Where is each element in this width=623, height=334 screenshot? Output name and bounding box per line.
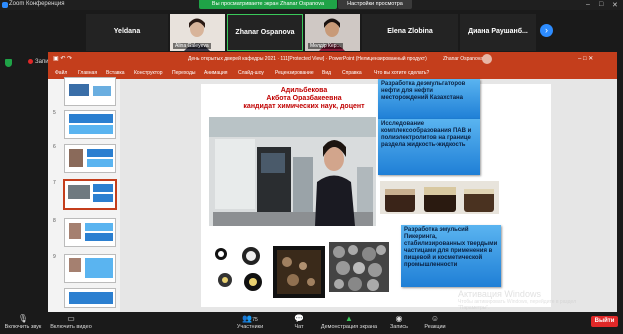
unmute-label: Включить звук — [4, 324, 42, 330]
thumbnail-number: 7 — [53, 180, 56, 186]
research-box-3-text: Разработка эмульсий Пикеринга, стабилизи… — [404, 227, 498, 268]
zoom-logo-icon — [2, 2, 8, 8]
ribbon-tab: Анимация — [204, 70, 228, 76]
participant-tile[interactable]: Alina Galeyeva — [170, 14, 225, 51]
slide-author-text: Адильбекова Акбота Оразбакеевна кандидат… — [243, 87, 365, 110]
security-shield-icon — [5, 59, 12, 67]
ribbon-tab: Главная — [78, 70, 98, 76]
thumbnail-number: 6 — [53, 144, 56, 150]
thumbnail-number: 5 — [53, 110, 56, 116]
research-box-2-text: Исследование комплексообразования ПАВ и … — [381, 121, 472, 148]
windows-activation-watermark: Активация Windows — [458, 289, 541, 299]
ribbon-tab: Файл — [55, 70, 68, 76]
record-label: Запись — [389, 324, 409, 330]
share-screen-button[interactable]: ▲ Демонстрация экрана — [316, 313, 382, 330]
ppt-workspace: 5 6 7 8 9 Адильбекова Акбота Оразбакеевн… — [48, 77, 617, 312]
slide-canvas: Адильбекова Акбота Оразбакеевна кандидат… — [201, 79, 551, 307]
next-page-button[interactable]: › — [540, 24, 553, 37]
participants-count: 75 — [252, 317, 258, 323]
ppt-window-controls-icon: – □ ✕ — [578, 56, 594, 62]
sem-particles-image — [329, 242, 389, 292]
reactions-label: Реакции — [424, 324, 446, 330]
participant-tile[interactable]: Мөлдір Кер... — [305, 14, 360, 51]
ribbon-tab: Конструктор — [134, 70, 163, 76]
maximize-icon[interactable]: □ — [599, 1, 603, 8]
slide-thumbnails: 5 6 7 8 9 — [48, 77, 120, 312]
sharing-banner: Вы просматриваете экран Zhanar Ospanova — [199, 0, 337, 9]
ribbon-tab: Справка — [342, 70, 362, 76]
quick-access-icon: ▣ ↶ ↷ — [53, 56, 73, 62]
participant-tile[interactable]: Диана Раушанб... — [460, 14, 536, 51]
start-video-button[interactable]: ▭ Включить видео — [48, 313, 94, 330]
minimize-icon[interactable]: – — [586, 1, 590, 8]
slide-thumbnail — [64, 77, 116, 106]
ribbon-search: Что вы хотите сделать? — [374, 70, 430, 76]
chat-button[interactable]: 💬 Чат — [288, 313, 310, 330]
slide-thumbnail — [64, 288, 116, 308]
unmute-button[interactable]: 🎙 Включить звук — [3, 313, 43, 330]
ribbon-tab: Рецензирование — [275, 70, 314, 76]
thumbnail-number: 8 — [53, 218, 56, 224]
ppt-document-title: День открытых дверей кафедры 2021 · 111[… — [188, 56, 427, 62]
meeting-toolbar: 🎙 Включить звук ▭ Включить видео 👥75 Уча… — [0, 313, 623, 334]
view-options-button[interactable]: Настройки просмотра — [338, 0, 412, 9]
chat-label: Чат — [294, 324, 304, 330]
video-off-icon: ▭ — [67, 314, 75, 323]
zoom-window: Zoom Конференция – □ ✕ Вы просматриваете… — [0, 0, 623, 334]
reactions-button[interactable]: ☺ Реакции — [420, 313, 450, 330]
ribbon-tab: Слайд-шоу — [238, 70, 264, 76]
share-screen-icon: ▲ — [345, 314, 353, 323]
research-box-1-text: Разработка деэмульгаторов нефти для нефт… — [381, 81, 466, 101]
slide-thumbnail — [64, 218, 116, 247]
thumbnail-number: 9 — [53, 254, 56, 260]
research-box-1: Разработка деэмульгаторов нефти для нефт… — [378, 79, 480, 119]
participant-label: Alina Galeyeva — [173, 43, 211, 49]
microphone-muted-icon: 🎙 — [17, 314, 29, 323]
slide-thumbnail — [64, 144, 116, 173]
ppt-title-bar: ▣ ↶ ↷ День открытых дверей кафедры 2021 … — [48, 52, 617, 66]
ribbon-tab: Вставка — [106, 70, 125, 76]
research-box-3: Разработка эмульсий Пикеринга, стабилизи… — [401, 225, 501, 287]
reactions-icon: ☺ — [430, 314, 440, 323]
ppt-user-name: Zhanar Ospanova — [443, 56, 484, 62]
slide-author-heading: Адильбекова Акбота Оразбакеевна кандидат… — [229, 87, 379, 111]
chat-icon: 💬 — [294, 314, 304, 323]
record-button[interactable]: ◉ Запись — [386, 313, 412, 330]
window-title: Zoom Конференция — [9, 1, 65, 7]
participant-name: Elena Zlobina — [387, 28, 433, 35]
shared-powerpoint-window: ▣ ↶ ↷ День открытых дверей кафедры 2021 … — [48, 52, 617, 312]
slide-thumbnail-selected — [63, 179, 117, 210]
lab-photo — [209, 117, 376, 226]
close-icon[interactable]: ✕ — [612, 1, 618, 9]
participants-icon: 👥75 — [242, 314, 258, 323]
share-screen-label: Демонстрация экрана — [320, 324, 378, 330]
participant-name: Диана Раушанб... — [468, 28, 528, 35]
participant-tile[interactable]: Elena Zlobina — [362, 14, 458, 51]
participant-tile[interactable]: Yeldana — [86, 14, 168, 51]
start-video-label: Включить видео — [50, 324, 92, 330]
slide-thumbnail — [64, 254, 116, 283]
research-box-2: Исследование комплексообразования ПАВ и … — [378, 119, 480, 175]
record-dot-icon — [28, 59, 33, 64]
ppt-ribbon-tabs: Файл Главная Вставка Конструктор Переход… — [48, 66, 617, 79]
emulsion-microscopy-image — [273, 246, 325, 298]
participants-label: Участники — [236, 324, 264, 330]
participant-name: Zhanar Ospanova — [235, 29, 295, 36]
participants-button[interactable]: 👥75 Участники — [232, 313, 268, 330]
particle-diagram — [211, 244, 267, 294]
emulsion-jars-photo — [380, 181, 499, 214]
leave-meeting-button[interactable]: Выйти — [591, 316, 618, 327]
ribbon-tab: Переходы — [172, 70, 196, 76]
windows-activation-subtext: Чтобы активировать Windows, перейдите в … — [458, 299, 577, 311]
record-icon: ◉ — [395, 314, 403, 323]
participant-label: Мөлдір Кер... — [308, 43, 343, 49]
participant-name: Yeldana — [113, 28, 141, 35]
participant-tile-active[interactable]: Zhanar Ospanova — [227, 14, 303, 51]
ppt-avatar — [482, 54, 492, 64]
slide-thumbnail — [64, 110, 116, 139]
ribbon-tab: Вид — [322, 70, 332, 76]
